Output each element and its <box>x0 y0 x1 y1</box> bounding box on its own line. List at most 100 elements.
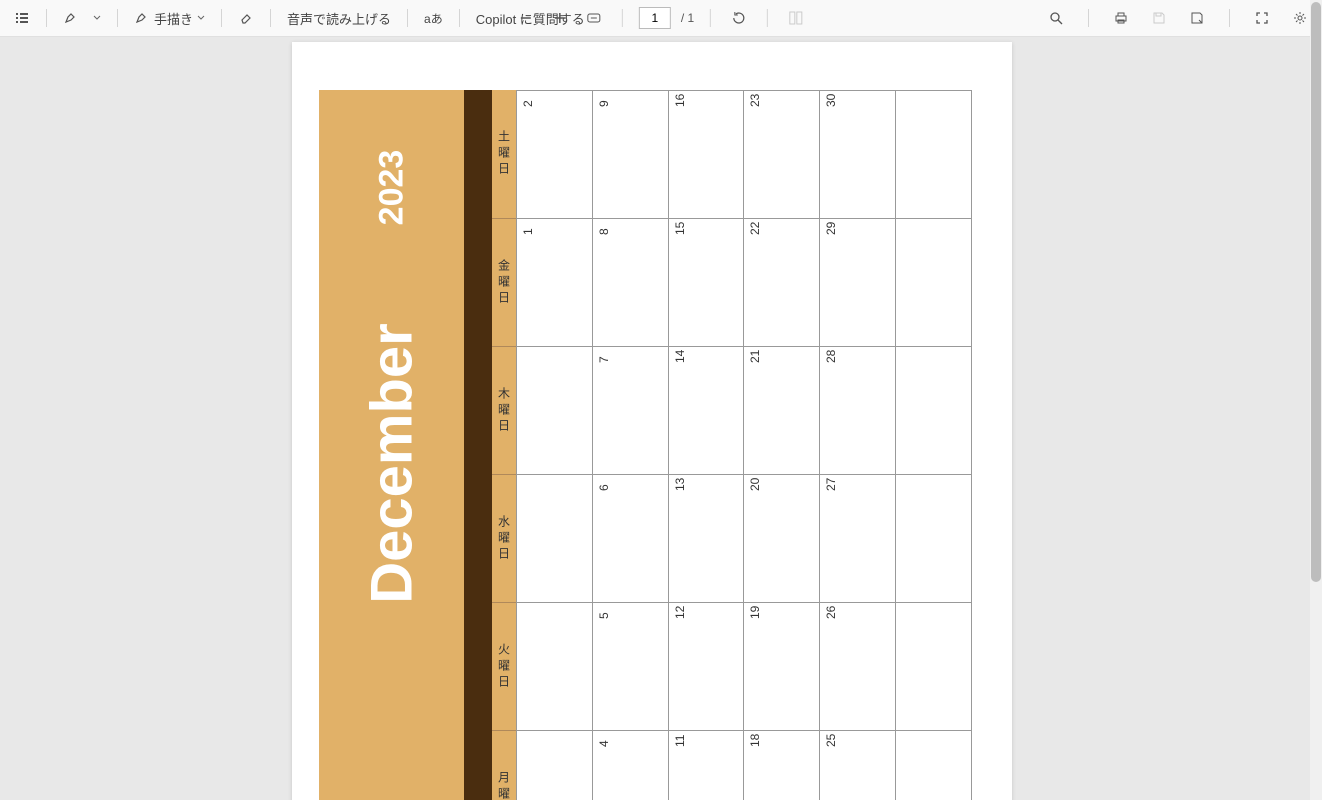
save-as-icon[interactable] <box>1185 8 1209 28</box>
calendar-row: 5 12 19 26 <box>516 603 971 731</box>
calendar-cell <box>516 475 592 602</box>
highlighter-icon[interactable] <box>59 8 83 28</box>
fullscreen-icon[interactable] <box>1250 8 1274 28</box>
date-number: 19 <box>748 606 762 619</box>
calendar-cell <box>516 603 592 730</box>
day-header-label: 土曜日 <box>496 130 513 178</box>
calendar-cell: 7 <box>592 347 668 474</box>
date-number: 22 <box>748 222 762 235</box>
calendar-grid: 2916233018152229714212861320275121926411… <box>516 90 972 800</box>
scrollbar-track[interactable] <box>1310 0 1322 800</box>
rotate-icon[interactable] <box>727 8 751 28</box>
draw-button[interactable]: 手描き <box>130 7 209 30</box>
fit-width-icon[interactable] <box>582 8 606 28</box>
day-header: 月曜日 <box>492 730 516 800</box>
calendar-row: 6 13 20 27 <box>516 475 971 603</box>
calendar-cell: 5 <box>592 603 668 730</box>
eraser-icon[interactable] <box>234 8 258 28</box>
calendar-cell <box>516 347 592 474</box>
day-header: 金曜日 <box>492 218 516 346</box>
calendar-cell: 2 <box>516 91 592 218</box>
calendar-cell: 30 <box>819 91 895 218</box>
day-header-label: 水曜日 <box>496 515 513 563</box>
year-label: 2023 <box>372 150 411 226</box>
print-icon[interactable] <box>1109 8 1133 28</box>
date-number: 28 <box>824 350 838 363</box>
calendar-cell: 22 <box>743 219 819 346</box>
calendar-cell <box>895 219 971 346</box>
calendar-cell: 11 <box>668 731 744 800</box>
calendar-cell <box>895 731 971 800</box>
page-number-input[interactable] <box>639 7 671 29</box>
date-number: 7 <box>597 356 611 363</box>
calendar-cell: 26 <box>819 603 895 730</box>
save-icon[interactable] <box>1147 8 1171 28</box>
calendar-row: 2 9 16 23 30 <box>516 91 971 219</box>
calendar-cell: 23 <box>743 91 819 218</box>
date-number: 12 <box>673 606 687 619</box>
date-number: 16 <box>673 94 687 107</box>
date-number: 26 <box>824 606 838 619</box>
calendar-cell: 1 <box>516 219 592 346</box>
date-number: 23 <box>748 94 762 107</box>
day-header: 土曜日 <box>492 90 516 218</box>
day-header-column: 土曜日金曜日木曜日水曜日火曜日月曜日 <box>492 90 516 800</box>
calendar-cell <box>516 731 592 800</box>
day-header-label: 月曜日 <box>496 771 513 800</box>
calendar-cell: 9 <box>592 91 668 218</box>
date-number: 11 <box>673 735 687 747</box>
calendar-cell: 4 <box>592 731 668 800</box>
settings-icon[interactable] <box>1288 8 1312 28</box>
calendar-cell: 18 <box>743 731 819 800</box>
calendar-cell <box>895 91 971 218</box>
calendar-cell: 15 <box>668 219 744 346</box>
date-number: 14 <box>673 350 687 363</box>
document-page: December 2023 土曜日金曜日木曜日水曜日火曜日月曜日 2916233… <box>292 42 1012 800</box>
translate-icon[interactable]: aあ <box>420 8 447 29</box>
day-header: 水曜日 <box>492 474 516 602</box>
month-label: December <box>358 323 425 603</box>
calendar-cell: 21 <box>743 347 819 474</box>
day-header: 火曜日 <box>492 602 516 730</box>
calendar-row: 18152229 <box>516 219 971 347</box>
date-number: 9 <box>597 100 611 107</box>
highlighter-dropdown-icon[interactable] <box>89 12 105 24</box>
calendar-cell: 14 <box>668 347 744 474</box>
date-number: 6 <box>597 484 611 491</box>
calendar-row: 4 11 18 25 <box>516 731 971 800</box>
zoom-out-icon[interactable] <box>514 8 538 28</box>
calendar-cell: 20 <box>743 475 819 602</box>
date-number: 8 <box>597 228 611 235</box>
banner-accent-bar <box>464 90 492 800</box>
date-number: 27 <box>824 478 838 491</box>
calendar-cell: 19 <box>743 603 819 730</box>
calendar-cell: 28 <box>819 347 895 474</box>
calendar-cell: 25 <box>819 731 895 800</box>
calendar-cell: 13 <box>668 475 744 602</box>
search-icon[interactable] <box>1044 8 1068 28</box>
calendar-cell <box>895 603 971 730</box>
read-aloud-button[interactable]: 音声で読み上げる <box>283 7 395 30</box>
date-number: 20 <box>748 478 762 491</box>
date-number: 1 <box>521 228 535 235</box>
date-number: 18 <box>748 734 762 747</box>
date-number: 4 <box>597 740 611 747</box>
draw-label: 手描き <box>154 9 193 28</box>
zoom-in-icon[interactable] <box>548 8 572 28</box>
date-number: 2 <box>521 100 535 107</box>
day-header-label: 金曜日 <box>496 259 513 307</box>
toolbar: 手描き 音声で読み上げる aあ Copilot に質問する / 1 <box>0 0 1322 37</box>
contents-icon[interactable] <box>10 8 34 28</box>
date-number: 21 <box>748 350 762 363</box>
date-number: 25 <box>824 734 838 747</box>
calendar-cell <box>895 347 971 474</box>
page-view-icon[interactable] <box>784 8 808 28</box>
day-header: 木曜日 <box>492 346 516 474</box>
calendar-cell: 6 <box>592 475 668 602</box>
scrollbar-thumb[interactable] <box>1311 2 1321 582</box>
date-number: 5 <box>597 612 611 619</box>
calendar-cell <box>895 475 971 602</box>
calendar-row: 7 14 21 28 <box>516 347 971 475</box>
calendar-cell: 8 <box>592 219 668 346</box>
read-aloud-label: 音声で読み上げる <box>287 9 391 28</box>
